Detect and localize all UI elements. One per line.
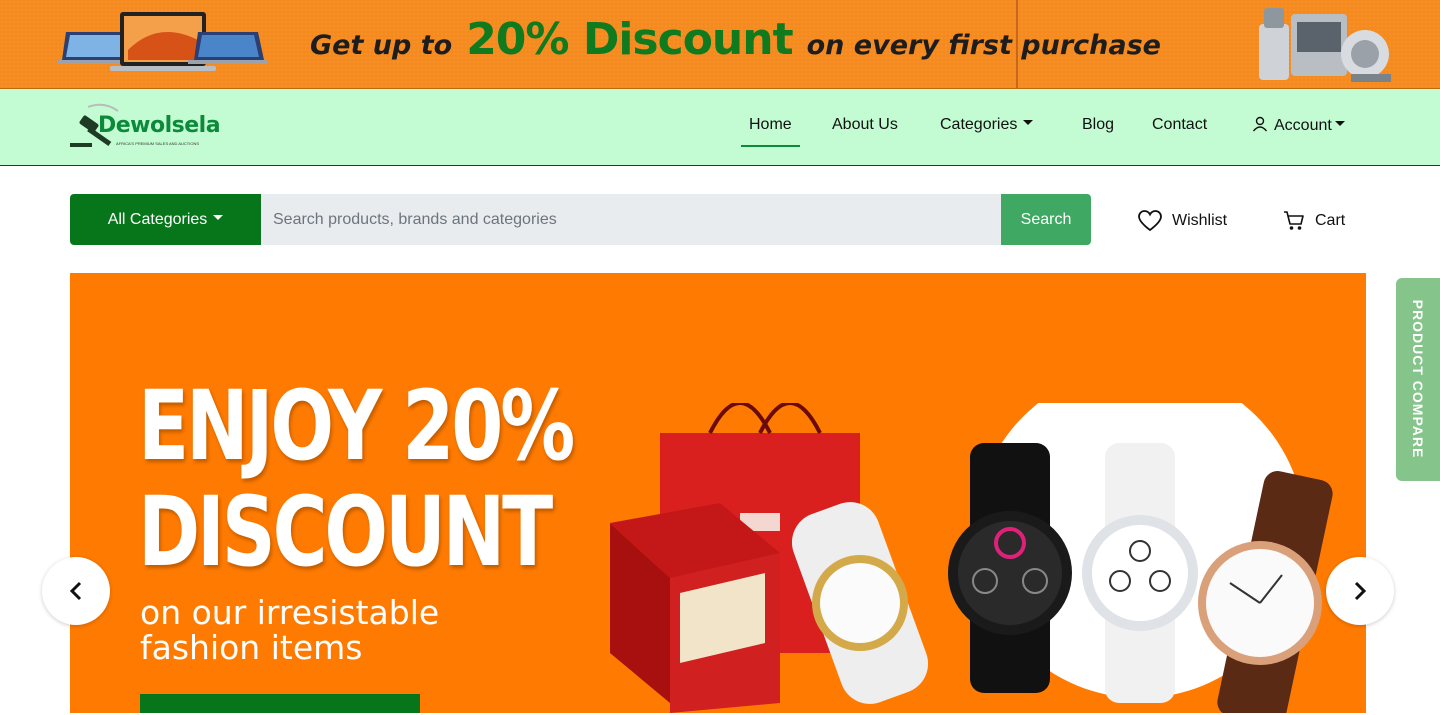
hero-headline: ENJOY 20% DISCOUNT (138, 370, 575, 588)
promo-text-c: on every first purchase (806, 30, 1161, 61)
hero-cta-button[interactable] (140, 694, 420, 713)
hero-carousel[interactable]: ENJOY 20% DISCOUNT on our irresistable f… (70, 273, 1366, 713)
cart-icon (1284, 211, 1304, 230)
hero-headline-line1: ENJOY 20% (138, 370, 575, 482)
wishlist-label: Wishlist (1172, 212, 1228, 229)
promo-text-discount: 20% Discount (466, 14, 793, 65)
laptops-image (58, 12, 268, 71)
carousel-prev-button[interactable] (42, 557, 110, 625)
carousel-next-button[interactable] (1326, 557, 1394, 625)
cart-label: Cart (1315, 212, 1346, 229)
watches-product-image (610, 403, 1333, 713)
nav-about[interactable]: About Us (832, 116, 898, 134)
nav-blog[interactable]: Blog (1082, 116, 1114, 134)
search-input[interactable] (261, 194, 1001, 245)
chevron-left-icon (69, 581, 82, 601)
wishlist-link[interactable]: Wishlist (1138, 207, 1227, 235)
all-categories-dropdown[interactable]: All Categories (70, 194, 261, 245)
search-button[interactable]: Search (1001, 194, 1091, 245)
cart-link[interactable]: Cart (1283, 207, 1345, 235)
chevron-down-icon (1023, 120, 1034, 126)
user-icon (1252, 116, 1268, 132)
appliances-image (1259, 8, 1391, 82)
all-categories-label: All Categories (107, 210, 208, 228)
promo-text-a: Get up to (310, 30, 453, 61)
nav-account[interactable]: Account (1252, 116, 1345, 135)
product-compare-label: PRODUCT COMPARE (1410, 299, 1426, 459)
main-navbar: Dewolsela AFRICA'S PREMIUM SALES AND AUC… (0, 89, 1440, 166)
product-compare-tab[interactable]: PRODUCT COMPARE (1396, 278, 1440, 481)
brand-name: Dewolsela (98, 113, 221, 138)
hero-subtitle-line2: fashion items (140, 628, 363, 667)
hero-headline-line2: DISCOUNT (138, 476, 553, 588)
heart-icon (1138, 210, 1162, 232)
promo-banner[interactable]: Get up to 20% Discount on every first pu… (0, 0, 1440, 89)
brand-tagline: AFRICA'S PREMIUM SALES AND AUCTIONS (116, 141, 200, 146)
nav-contact[interactable]: Contact (1152, 116, 1207, 134)
chevron-down-icon (213, 215, 224, 220)
brand-logo[interactable]: Dewolsela AFRICA'S PREMIUM SALES AND AUC… (70, 103, 221, 153)
nav-categories[interactable]: Categories (940, 116, 1034, 134)
nav-categories-label: Categories (940, 116, 1018, 133)
hero-subtitle: on our irresistable fashion items (140, 595, 439, 665)
hero-subtitle-line1: on our irresistable (140, 593, 440, 632)
chevron-right-icon (1354, 581, 1367, 601)
nav-home[interactable]: Home (741, 116, 800, 147)
chevron-down-icon (1334, 121, 1345, 127)
nav-account-label: Account (1274, 117, 1332, 134)
promo-text: Get up to 20% Discount on every first pu… (310, 14, 1210, 74)
